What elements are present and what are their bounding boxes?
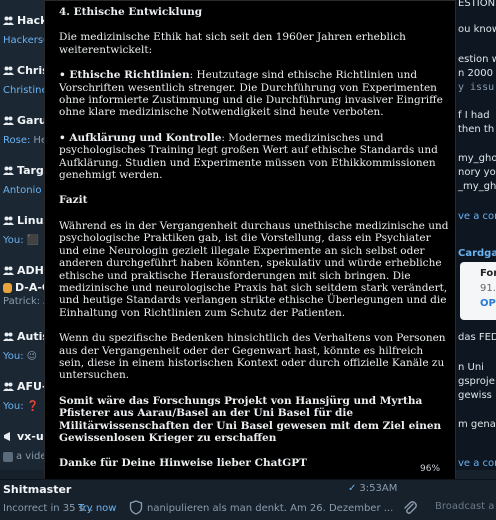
chat-preview-sender: Rose: [3,135,31,146]
card-subtitle: 91. [480,283,496,294]
group-icon [3,116,14,125]
message-text: estion w [458,54,496,65]
chat-name[interactable]: Shitmaster [3,483,71,496]
chat-preview-sender: You: [3,401,24,412]
chat-item[interactable]: Garud Rose:He [0,110,50,156]
message-text: nory you [458,167,496,178]
message-text: n 2000 c [458,68,496,79]
chat-item[interactable]: vx-un a vide [0,426,50,470]
comment-link[interactable]: ve a cor [458,211,496,222]
message-input[interactable]: Broadcast a [435,501,494,512]
chat-preview-sender: Christine [3,85,48,96]
bullet-label: • Ethische Richtlinien [59,69,190,82]
card-open-link[interactable]: OPI [480,298,496,309]
chat-preview-text: a vide [16,451,47,462]
bottom-bar [0,480,496,520]
group-icon [3,266,14,275]
group-icon [3,16,14,25]
group-icon [3,332,14,341]
section-heading: 4. Ethische Entwicklung [59,6,203,18]
chat-messages-pane: ESTION ou know estion w n 2000 c y issu … [456,0,496,470]
card-title: For [480,268,496,279]
chat-item[interactable]: AFU-L You: ❓ [0,376,50,422]
chat-preview-sender: You: [3,351,24,362]
message-text: my_gho [458,153,496,164]
paragraph: Wenn du spezifische Bedenken hinsichtlic… [59,332,446,382]
message-text: m gena [458,419,496,430]
group-icon [3,166,14,175]
message-text: ESTION [458,0,496,9]
chat-item[interactable]: Chris Christine [0,60,50,106]
bullet-item: • Ethische Richtlinien: Heutzutage sind … [59,69,449,119]
group-icon [3,382,14,391]
message-text: gewiss [458,390,492,401]
chat-item[interactable]: ADHS D-A-C Patrick:A [0,260,50,320]
chat-preview-sender: You: [3,235,24,246]
try-now-link[interactable]: Try now [78,503,116,514]
message-text: f I had [458,110,490,121]
megaphone-icon [4,432,10,441]
paragraph: Während es in der Vergangenheit durchaus… [59,219,449,319]
message-text: gsproje [458,376,495,387]
chat-item[interactable]: Linux You: ⬛ [0,210,50,256]
section-heading: Fazit [59,194,88,207]
message-text: das FED [458,332,496,343]
link-preview-card[interactable]: For 91. OPI [460,262,496,320]
shield-icon [129,500,143,515]
paragraph-bold: Danke für Deine Hinweise lieber ChatGPT [59,457,307,470]
sticker-icon [3,282,12,293]
chat-preview-emoji: ⬛ [26,235,40,246]
group-icon [3,66,14,75]
paperclip-icon[interactable] [402,500,418,516]
chat-item[interactable]: Autis You: 😉 [0,326,50,372]
chat-preview-sender: Patrick: [3,296,41,307]
chat-preview-emoji: 😉 [26,351,38,362]
bullet-item: • Aufklärung und Kontrolle: Modernes med… [59,132,449,182]
message-text: then th [458,124,495,135]
paragraph: Die medizinische Ethik hat sich seit den… [59,31,406,56]
message-text: ou know [458,24,496,35]
message-text: _my_gho [458,181,496,192]
chat-preview-sender: HackersC [3,35,50,46]
comment-link[interactable]: ve a con [458,458,496,469]
video-thumb-icon [3,451,13,462]
message-text: n Uni [458,362,484,373]
bullet-label: • Aufklärung und Kontrolle [59,131,222,144]
group-icon [3,216,14,225]
double-check-icon: ✓ [348,483,357,494]
document-content: 4. Ethische Entwicklung Die medizinische… [59,6,449,483]
message-code: y issu [458,82,495,93]
chat-list: Hacke HackersC Chris Christine Garud Ros… [0,0,50,470]
translated-preview: nanipulieren als man denkt. Am 26. Dezem… [147,503,394,514]
channel-name[interactable]: Cardgam [458,248,496,259]
paragraph-bold: Somit wäre das Forschungs Projekt von Ha… [59,394,442,444]
chat-item[interactable]: Targe Antonio Y [0,160,50,206]
chat-preview-emoji: ❓ [26,401,40,412]
chat-preview-sender: Antonio Y [3,185,50,196]
message-time: 3:53AM [359,483,398,494]
zoom-level[interactable]: 96% [420,464,440,474]
chat-item[interactable]: Hacke HackersC [0,10,50,56]
